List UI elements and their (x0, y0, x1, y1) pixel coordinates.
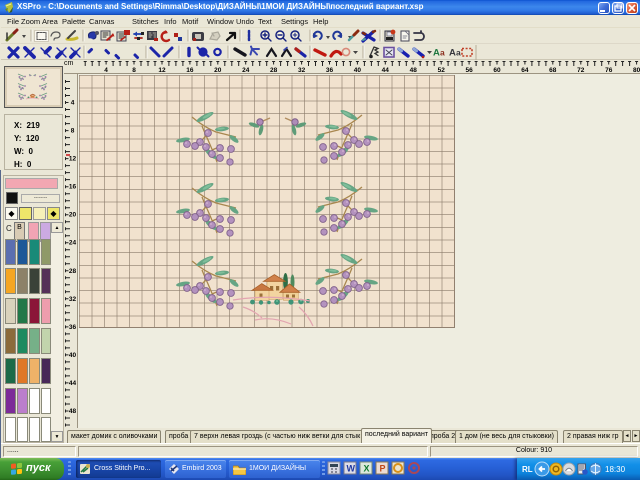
svg-text:W: W (347, 464, 356, 474)
svg-text:a: a (456, 48, 461, 58)
svg-text:X: X (364, 464, 370, 474)
svg-text:A: A (449, 48, 456, 59)
svg-text:A: A (433, 48, 440, 59)
svg-text:a: a (440, 48, 445, 58)
svg-text:P: P (380, 464, 386, 474)
